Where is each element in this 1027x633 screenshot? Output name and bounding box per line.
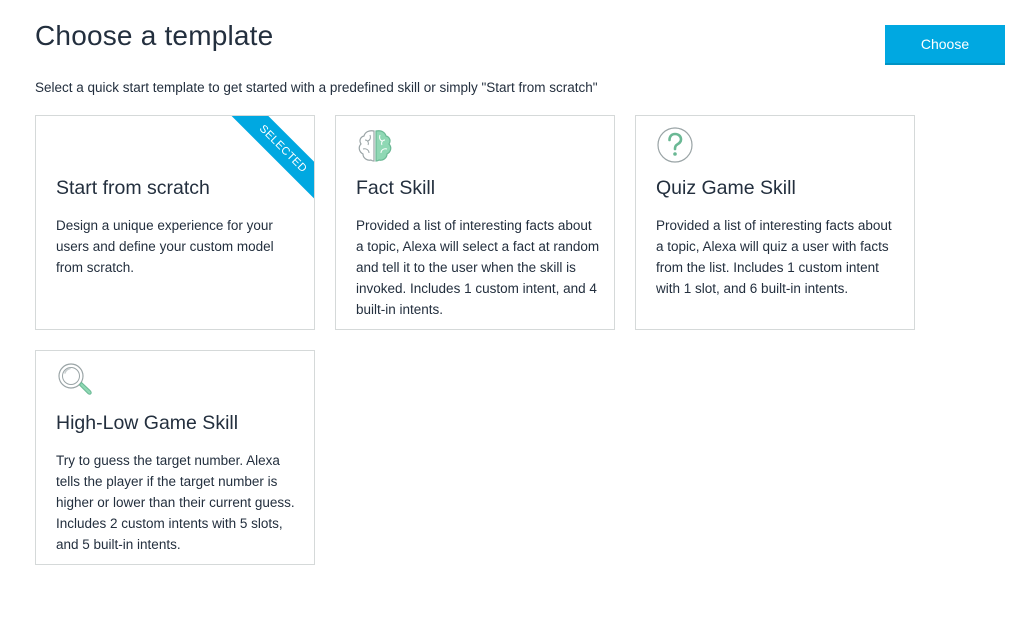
card-description: Design a unique experience for your user… xyxy=(56,218,274,275)
template-card-high-low-game-skill[interactable]: High-Low Game Skill Try to guess the tar… xyxy=(35,350,315,565)
question-mark-icon xyxy=(656,126,694,164)
card-description: Provided a list of interesting facts abo… xyxy=(356,218,600,317)
card-title: Quiz Game Skill xyxy=(656,177,796,199)
card-title: Fact Skill xyxy=(356,177,436,199)
selected-ribbon: SELECTED xyxy=(228,116,314,202)
selected-badge: SELECTED xyxy=(228,116,314,202)
template-card-quiz-game-skill[interactable]: Quiz Game Skill Provided a list of inter… xyxy=(635,115,915,330)
magnifier-icon xyxy=(56,361,94,399)
card-title: High-Low Game Skill xyxy=(56,412,239,434)
card-description: Try to guess the target number. Alexa te… xyxy=(56,453,295,552)
choose-button[interactable]: Choose xyxy=(885,25,1005,65)
template-chooser-page: Choose a template Choose Select a quick … xyxy=(0,0,1027,633)
card-title: Start from scratch xyxy=(56,177,210,199)
template-card-start-from-scratch[interactable]: SELECTED Start from scratch Design a uni… xyxy=(35,115,315,330)
brain-icon xyxy=(356,126,394,164)
template-card-fact-skill[interactable]: Fact Skill Provided a list of interestin… xyxy=(335,115,615,330)
page-title: Choose a template xyxy=(35,20,274,51)
card-description: Provided a list of interesting facts abo… xyxy=(656,218,892,296)
page-subtitle: Select a quick start template to get sta… xyxy=(35,80,598,95)
